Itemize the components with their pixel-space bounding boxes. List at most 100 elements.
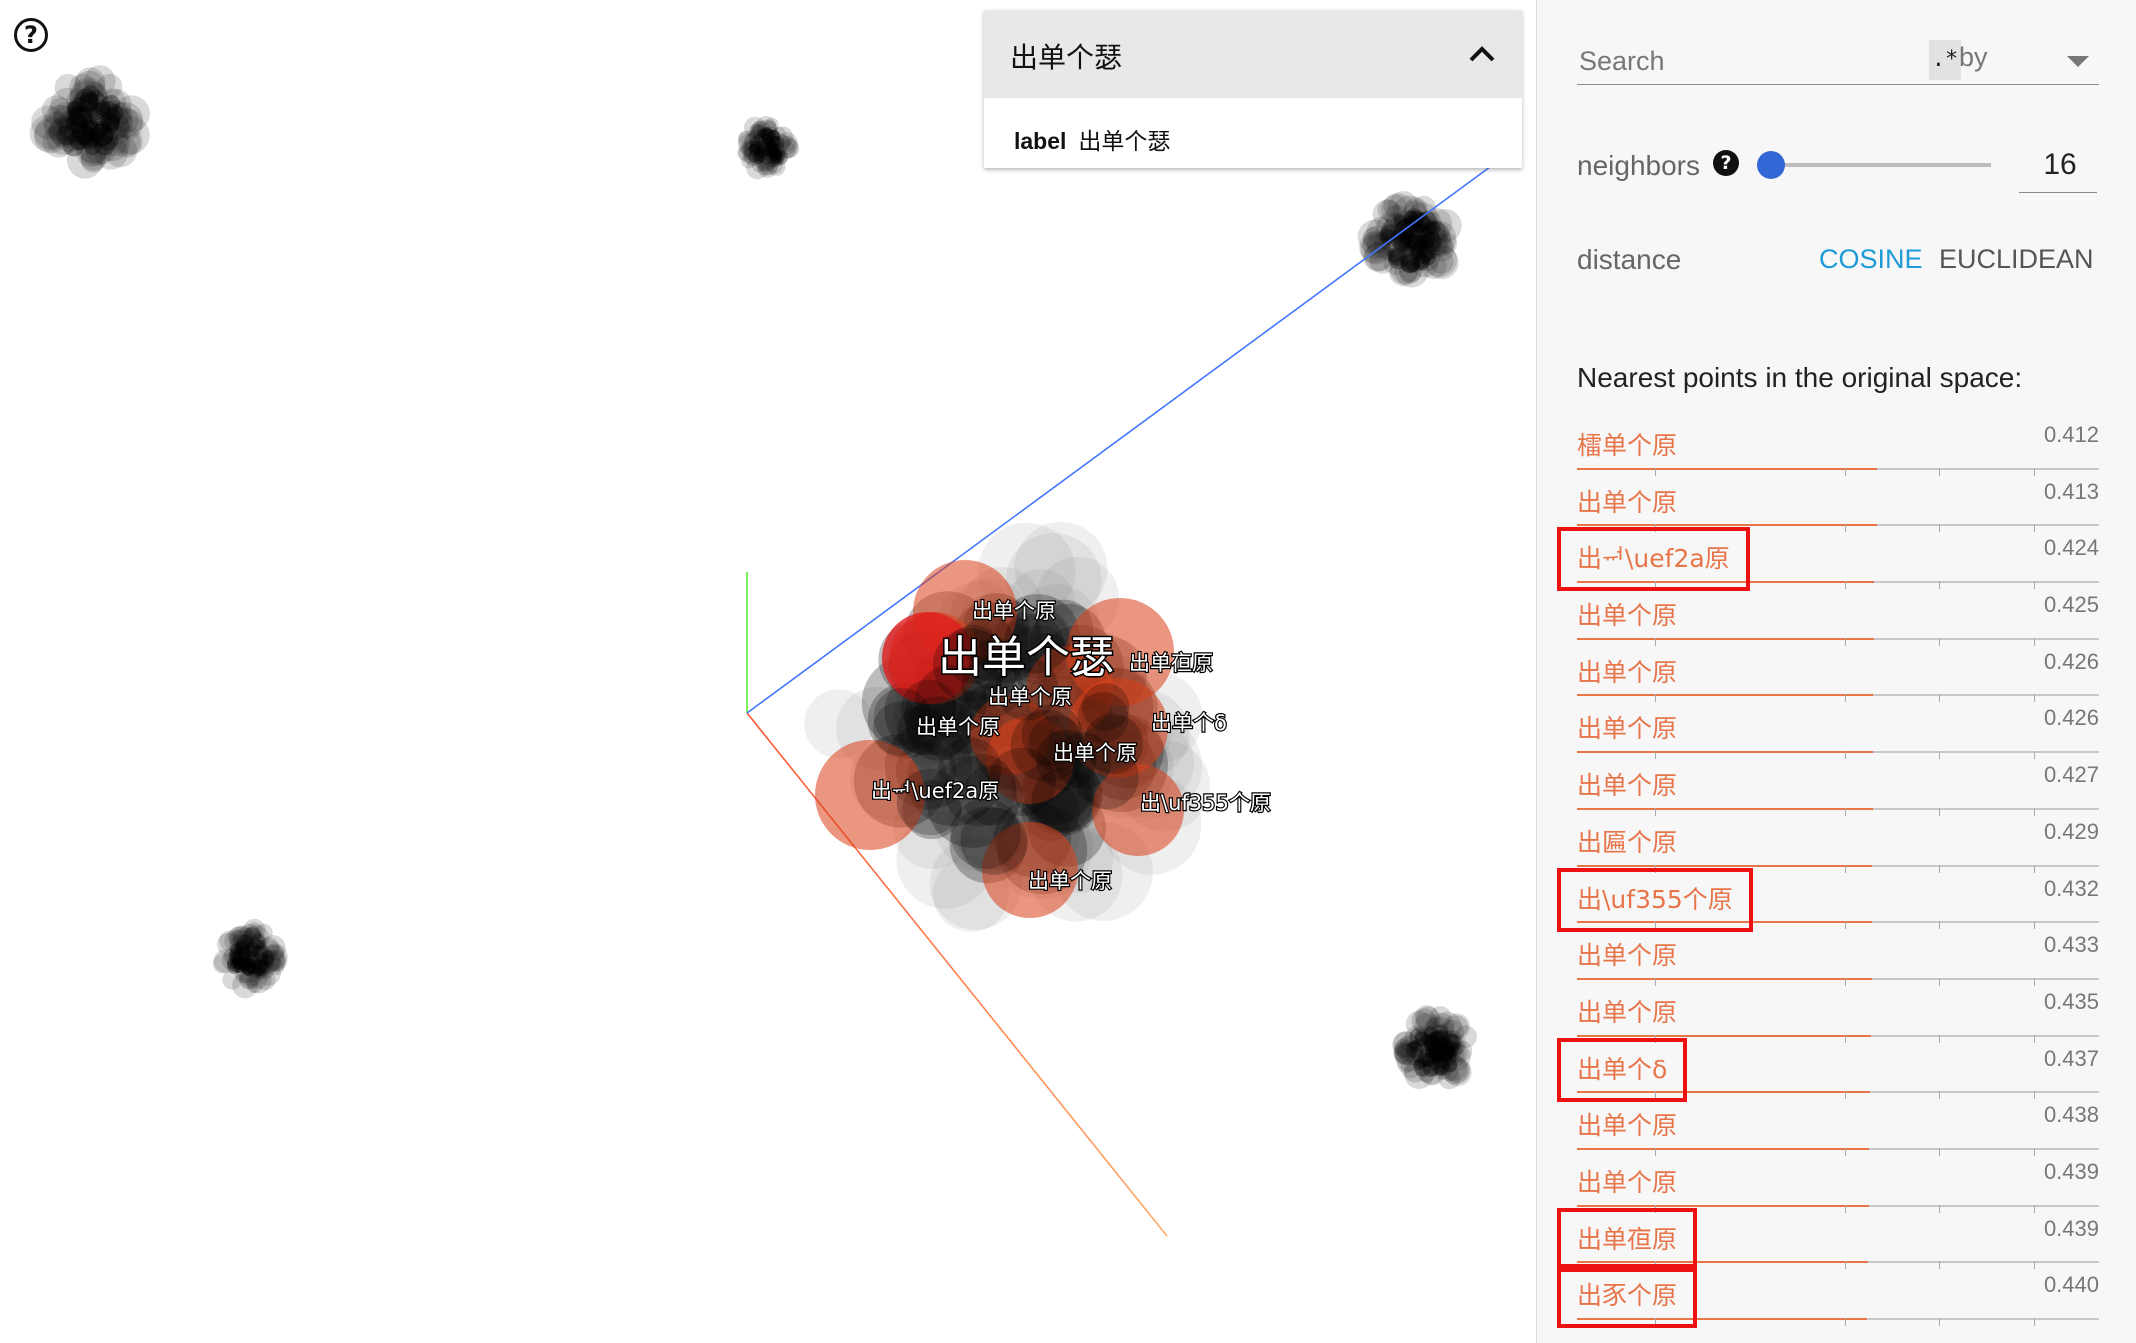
neighbor-distance-value: 0.438 xyxy=(2043,1102,2099,1128)
neighbor-label: 出单个原 xyxy=(1577,714,1678,744)
neighbors-slider-track[interactable] xyxy=(1769,163,1991,167)
point xyxy=(75,125,95,145)
neighbors-slider-thumb[interactable] xyxy=(1757,151,1785,179)
neighbor-label: 出ᆏ\uef2a原 xyxy=(1577,544,1730,574)
point xyxy=(1439,1041,1455,1057)
search-input[interactable] xyxy=(1577,40,1901,82)
neighbor-distance-bar xyxy=(1577,751,1873,754)
neighbor-row[interactable]: 出豕个原 0.440 xyxy=(1557,1264,2099,1329)
search-field[interactable]: .* xyxy=(1577,40,1961,85)
neighbor-label: 出匾个原 xyxy=(1577,827,1678,857)
point xyxy=(950,798,1021,869)
neighbor-distance-value: 0.437 xyxy=(2043,1045,2099,1071)
point xyxy=(256,959,269,973)
point xyxy=(770,135,785,150)
nearest-points-heading: Nearest points in the original space: xyxy=(1577,362,2023,393)
neighbor-row[interactable]: 出匾个原 0.429 xyxy=(1577,815,2099,873)
neighbor-distance-value: 0.412 xyxy=(2043,422,2099,447)
distance-label: distance xyxy=(1577,244,1682,275)
point-cluster xyxy=(737,116,800,180)
point xyxy=(241,962,255,977)
nearest-neighbors-list: 檑单个原 0.412 出单个原 0.413 出ᆏ\uef2a原 0.424 出单个原 0.42… xyxy=(1557,418,2099,1329)
point xyxy=(104,114,121,131)
scatter-scene[interactable]: 出单个瑟出单个原出单个原出单亱原出单个原 出单个δ出单个原出ᆏ\uef2a原 出\u… xyxy=(0,0,1536,1343)
neighbor-distance-value: 0.432 xyxy=(2043,875,2099,901)
neighbor-row[interactable]: 出单个δ 0.437 xyxy=(1557,1037,2099,1102)
point xyxy=(1433,1061,1447,1075)
neighbor-distance-bar xyxy=(1577,1318,1867,1320)
neighbor-label: 出\uf355个原 xyxy=(1577,884,1733,914)
neighbor-row[interactable]: 出单个原 0.425 xyxy=(1577,588,2099,646)
tooltip-field: label 出单个瑟 xyxy=(1014,122,1170,156)
neighbor-distance-value: 0.439 xyxy=(2043,1158,2099,1184)
tooltip-field-value: 出单个瑟 xyxy=(1078,129,1171,155)
distance-cosine-button[interactable]: COSINE xyxy=(1819,244,1923,275)
neighbor-distance-value: 0.439 xyxy=(2043,1215,2099,1241)
neighbor-label: 出单个原 xyxy=(1577,601,1678,631)
neighbor-row[interactable]: 出单个原 0.413 xyxy=(1577,475,2099,533)
neighbor-bar-tick xyxy=(1845,1318,1846,1326)
point-label: 出单个原 xyxy=(1053,741,1137,765)
neighbors-help-icon[interactable]: ? xyxy=(1713,150,1739,176)
neighbor-label: 出单个原 xyxy=(1577,657,1678,687)
point xyxy=(749,140,763,154)
neighbor-distance-bar xyxy=(1577,1091,1870,1094)
selected-cluster xyxy=(804,522,1210,932)
point-cluster xyxy=(212,918,288,999)
regex-toggle-button[interactable]: .* xyxy=(1929,40,1961,80)
neighbor-row[interactable]: 出单个原 0.438 xyxy=(1577,1098,2099,1156)
point xyxy=(1424,1036,1441,1053)
chevron-up-icon[interactable] xyxy=(1464,36,1500,72)
neighbor-row[interactable]: 出单个原 0.439 xyxy=(1577,1155,2099,1213)
neighbor-row[interactable]: 出ᆏ\uef2a原 0.424 xyxy=(1557,527,2099,592)
neighbor-distance-bar xyxy=(1577,467,1877,470)
neighbor-distance-bar xyxy=(1577,1147,1869,1150)
neighbor-row[interactable]: 出单个原 0.435 xyxy=(1577,985,2099,1043)
point-label: 出单亱原 xyxy=(1129,651,1213,675)
point-label: 出单个δ xyxy=(1151,711,1227,735)
point xyxy=(1387,248,1406,266)
neighbor-distance-bar xyxy=(1577,637,1874,640)
point-label: 出\uf355个原 xyxy=(1140,791,1271,815)
point-cluster xyxy=(1392,1005,1477,1090)
neighbor-distance-value: 0.429 xyxy=(2043,818,2099,844)
neighbor-distance-value: 0.413 xyxy=(2043,478,2099,504)
point xyxy=(1420,1052,1436,1068)
dropdown-caret-icon xyxy=(2067,56,2089,67)
neighbor-bar-tick xyxy=(2034,1318,2035,1326)
neighbor-row[interactable]: 出单个原 0.427 xyxy=(1577,758,2099,816)
neighbors-value-field[interactable] xyxy=(2019,142,2101,193)
neighbor-row[interactable]: 出单个原 0.426 xyxy=(1577,701,2099,760)
neighbor-row[interactable]: 出单亱原 0.439 xyxy=(1557,1207,2099,1272)
point xyxy=(226,958,238,970)
point xyxy=(71,97,88,113)
neighbor-row[interactable]: 出单个原 0.433 xyxy=(1577,928,2099,986)
projector-canvas[interactable]: 出单个瑟 出单个原 出单个原 出单亱原 出单个原 出单个δ 出单个原 出ᆏ\uef2a原 出\u… xyxy=(0,0,1536,1343)
neighbor-row[interactable]: 出\uf355个原 0.432 xyxy=(1557,867,2099,932)
point-clusters xyxy=(29,65,1477,1090)
neighbor-distance-bar xyxy=(1577,694,1873,697)
point xyxy=(236,946,251,960)
help-icon[interactable]: ? xyxy=(14,18,48,52)
neighbors-input[interactable] xyxy=(2019,142,2101,188)
neighbor-label: 檑单个原 xyxy=(1577,431,1678,460)
neighbor-distance-bar xyxy=(1577,807,1873,810)
neighbor-distance-value: 0.426 xyxy=(2043,705,2099,731)
neighbor-label: 出单个原 xyxy=(1577,1111,1678,1141)
neighbor-distance-bar xyxy=(1577,921,1872,924)
search-by-dropdown[interactable]: by xyxy=(1959,40,2099,85)
tooltip-title: 出单个瑟 xyxy=(1010,41,1123,74)
neighbor-label: 出单个原 xyxy=(1577,771,1678,801)
neighbor-label: 出单个原 xyxy=(1577,941,1678,971)
point-label: 出单个原 xyxy=(916,715,1000,739)
neighbor-distance-value: 0.427 xyxy=(2043,762,2099,788)
by-dropdown-label: by xyxy=(1959,42,1988,72)
point-label: 出ᆏ\uef2a原 xyxy=(871,779,999,803)
distance-euclidean-button[interactable]: EUCLIDEAN xyxy=(1939,244,2094,275)
neighbor-row[interactable]: 檑单个原 0.412 xyxy=(1577,418,2099,476)
point-label: 出单个原 xyxy=(972,599,1056,623)
neighbor-label: 出单亱原 xyxy=(1577,1224,1678,1254)
neighbor-label: 出豕个原 xyxy=(1577,1281,1678,1311)
neighbor-row[interactable]: 出单个原 0.426 xyxy=(1577,645,2099,703)
neighbor-label: 出单个原 xyxy=(1577,487,1678,517)
